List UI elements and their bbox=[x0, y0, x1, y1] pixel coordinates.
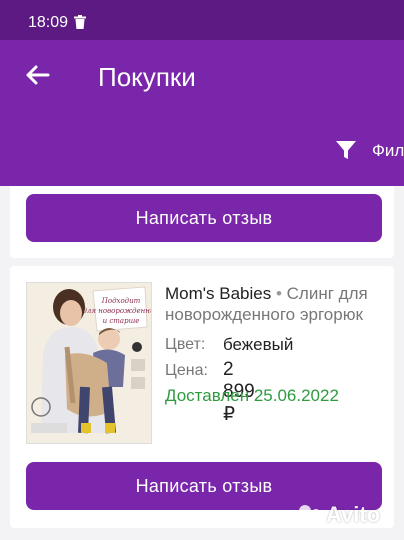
color-row: Цвет: бежевый bbox=[165, 335, 293, 354]
avito-watermark: Avito bbox=[296, 500, 396, 530]
svg-text:и старше: и старше bbox=[103, 317, 140, 325]
product-name-continued: новорожденного эргорюк bbox=[165, 305, 363, 324]
avito-logo-icon bbox=[299, 505, 320, 528]
write-review-button[interactable]: Написать отзыв bbox=[26, 194, 382, 242]
product-photo-graphic: Подходит для новорожденных и старше bbox=[27, 283, 151, 443]
color-label: Цвет: bbox=[165, 336, 206, 353]
trash-icon bbox=[74, 15, 86, 29]
delivery-status: Доставлен 25.06.2022 bbox=[165, 386, 339, 405]
page-title: Покупки bbox=[98, 62, 196, 92]
product-title-line1: Mom's Babies • Слинг для bbox=[165, 284, 368, 304]
purchase-card: Написать отзыв bbox=[10, 186, 394, 258]
svg-text:для новорожденных: для новорожденных bbox=[83, 307, 151, 315]
price-row: Цена: 2 899 ₽ bbox=[165, 359, 255, 425]
app-bar: Покупки Фил bbox=[0, 40, 404, 186]
product-image[interactable]: Подходит для новорожденных и старше bbox=[26, 282, 152, 444]
avito-watermark-text: Avito bbox=[326, 502, 381, 527]
product-brand: Mom's Babies bbox=[165, 284, 272, 303]
svg-text:Подходит: Подходит bbox=[101, 297, 141, 305]
filter-button-label[interactable]: Фил bbox=[372, 141, 404, 161]
funnel-icon[interactable] bbox=[334, 138, 358, 162]
purchase-card: Подходит для новорожденных и старше Mom'… bbox=[10, 266, 394, 528]
status-bar: 18:09 bbox=[0, 0, 404, 40]
color-value: бежевый bbox=[223, 335, 294, 354]
arrow-left-icon[interactable] bbox=[22, 60, 52, 90]
product-name: Слинг для bbox=[286, 284, 368, 303]
price-label: Цена: bbox=[165, 362, 208, 379]
status-time: 18:09 bbox=[28, 14, 69, 31]
separator-dot: • bbox=[275, 284, 282, 303]
